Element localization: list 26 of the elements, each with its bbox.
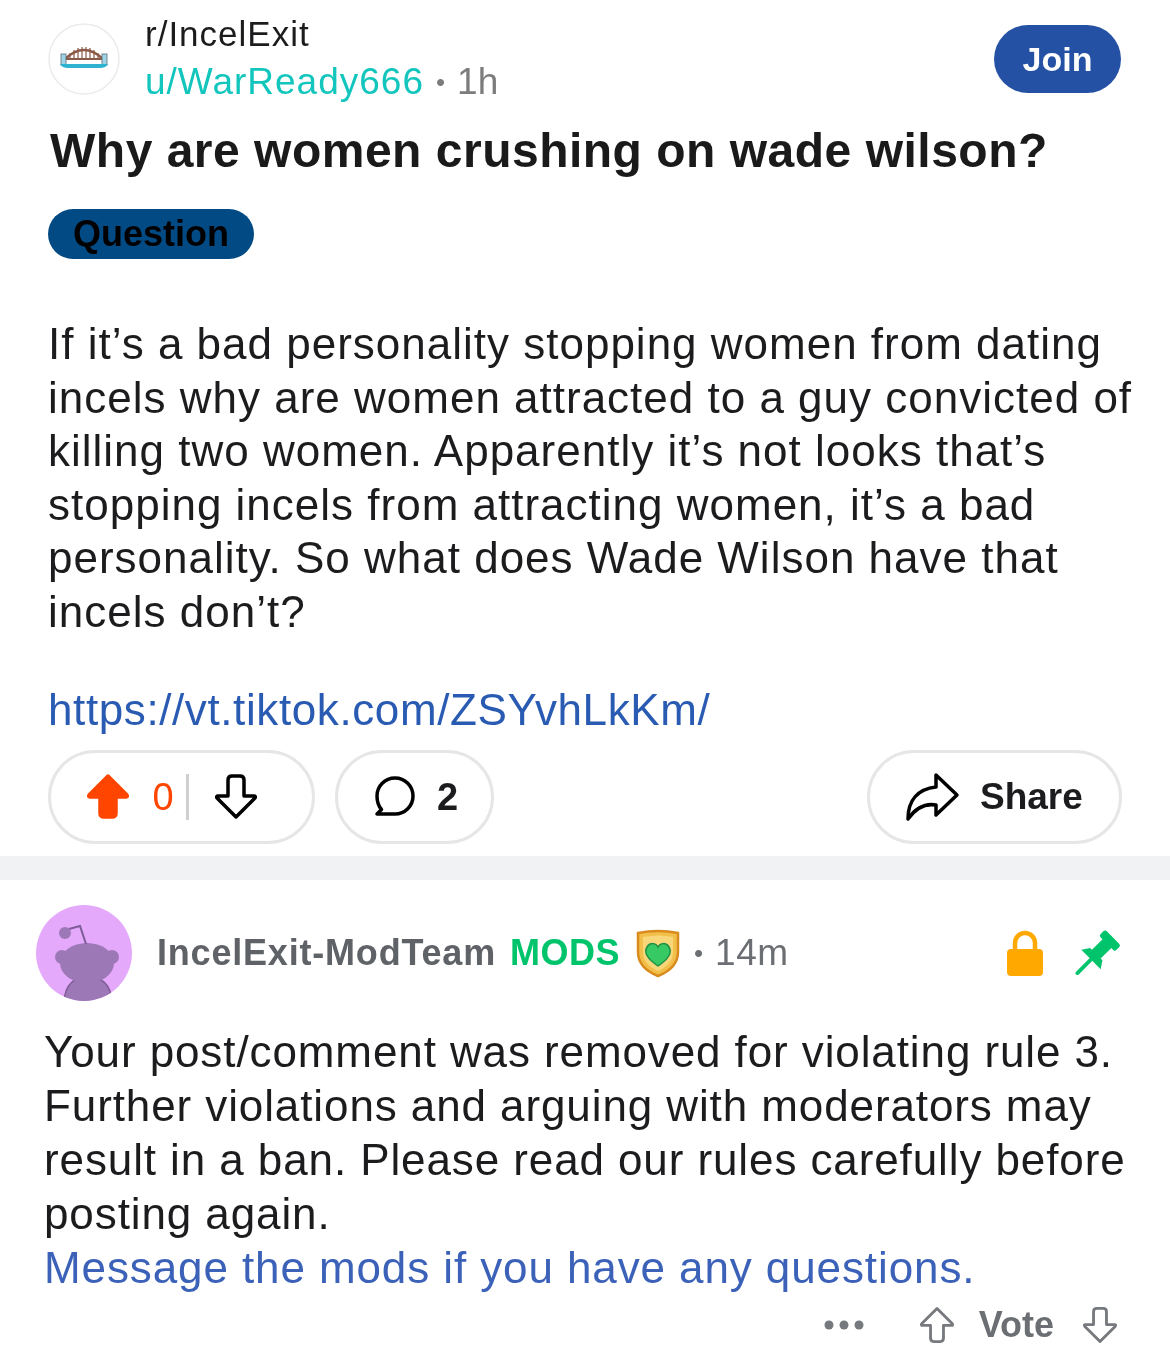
upvote-icon[interactable] <box>918 1305 955 1344</box>
message-mods-link[interactable]: Message the mods if you have any questions. <box>44 1242 976 1292</box>
share-button[interactable]: Share <box>867 749 1122 844</box>
post-body: If it’s a bad personality stopping women from dating incels why are women attracted to a guy convicted of killing two women. Apparently it’s not looks that’s stopping incels from attracting women, it’s a bad personality. So what does Wade Wilson have that incels don’t? <box>47 318 1134 638</box>
vote-label: Vote <box>978 1304 1054 1345</box>
downvote-icon[interactable] <box>214 773 258 821</box>
post-age: 1h <box>457 60 499 104</box>
comment-age: 14m <box>715 930 789 975</box>
moderator-label: MODS <box>510 930 620 975</box>
shield-heart-icon <box>634 927 682 978</box>
comments-button[interactable]: 2 <box>335 749 494 844</box>
commenter-name[interactable]: IncelExit-ModTeam <box>157 930 496 975</box>
join-button[interactable]: Join <box>994 25 1121 93</box>
comment-body: Your post/comment was removed for violating rule 3. Further violations and arguing with moderators may result in a ban. Please read our rules carefully before posting again. Message the mods if you have any questions. <box>43 1025 1127 1294</box>
upvote-icon[interactable] <box>86 773 130 821</box>
community-name[interactable]: r/IncelExit <box>145 14 310 54</box>
bridge-icon[interactable] <box>48 23 120 95</box>
more-options-icon[interactable] <box>823 1319 864 1330</box>
post-link[interactable]: https://vt.tiktok.com/ZSYvhLkKm/ <box>48 682 711 737</box>
share-arrow-icon <box>904 770 962 823</box>
post-title: Why are women crushing on wade wilson? <box>49 123 1049 179</box>
avatar-icon[interactable] <box>36 904 132 1001</box>
speech-bubble-icon <box>372 774 417 819</box>
vote-score: 0 <box>151 774 175 819</box>
separator-dot: • <box>694 936 704 970</box>
separator-dot: • <box>436 66 446 99</box>
